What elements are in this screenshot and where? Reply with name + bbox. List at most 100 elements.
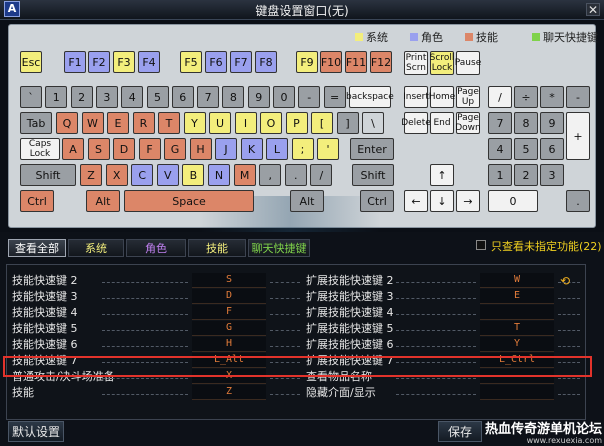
key-a5[interactable]: G <box>164 138 186 160</box>
key-alt-right[interactable]: Alt <box>290 190 324 212</box>
key-a1[interactable]: A <box>62 138 84 160</box>
key-z7[interactable]: M <box>233 164 256 186</box>
numpad-r2-2[interactable]: 9 <box>540 112 564 134</box>
key-tab[interactable]: Tab <box>20 112 52 134</box>
arrow-up-icon[interactable]: ↑ <box>430 164 454 186</box>
key-12[interactable]: = <box>323 86 346 108</box>
key-a11[interactable]: ' <box>317 138 339 160</box>
key-f1[interactable]: F1 <box>64 51 86 73</box>
key-f7[interactable]: F7 <box>230 51 252 73</box>
key-f8[interactable]: F8 <box>255 51 277 73</box>
key-5[interactable]: 5 <box>146 86 169 108</box>
binding-key-field[interactable]: W <box>480 273 554 288</box>
key-3[interactable]: 3 <box>95 86 118 108</box>
key-f10[interactable]: F10 <box>320 51 342 73</box>
numpad-0[interactable]: 0 <box>488 190 538 212</box>
binding-key-field[interactable]: G <box>192 321 266 336</box>
key-ctrl-left[interactable]: Ctrl <box>20 190 54 212</box>
key-shift-left[interactable]: Shift <box>20 164 76 186</box>
key-pause[interactable]: Pause <box>455 51 481 75</box>
key-f9[interactable]: F9 <box>296 51 318 73</box>
reset-default-button[interactable]: 默认设置 <box>8 421 64 442</box>
key-f5[interactable]: F5 <box>180 51 202 73</box>
key-z5[interactable]: B <box>182 164 205 186</box>
key-q8[interactable]: I <box>234 112 257 134</box>
key-q6[interactable]: Y <box>183 112 206 134</box>
numpad-r1-2[interactable]: * <box>540 86 564 108</box>
key-print-scrn[interactable]: Print Scrn <box>404 51 428 75</box>
show-unassigned-checkbox[interactable] <box>476 240 486 250</box>
binding-key-field[interactable]: Y <box>480 337 554 352</box>
binding-key-field[interactable] <box>480 305 554 320</box>
key-1[interactable]: 1 <box>45 86 68 108</box>
refresh-icon[interactable]: ⟲ <box>560 275 574 287</box>
tab-character[interactable]: 角色 <box>126 239 186 257</box>
numpad-r4-0[interactable]: 1 <box>488 164 512 186</box>
arrow-down-icon[interactable]: ↓ <box>430 190 454 212</box>
key-z10[interactable]: / <box>310 164 333 186</box>
key-shift-right[interactable]: Shift <box>352 164 394 186</box>
key-z8[interactable]: , <box>259 164 282 186</box>
key-z1[interactable]: Z <box>80 164 102 186</box>
numpad-dot[interactable]: . <box>566 190 590 212</box>
key-home[interactable]: Home <box>429 86 455 108</box>
key-q11[interactable]: [ <box>311 112 333 134</box>
key-end[interactable]: End <box>430 112 454 134</box>
key-q10[interactable]: P <box>285 112 308 134</box>
key-11[interactable]: - <box>298 86 321 108</box>
key-f2[interactable]: F2 <box>88 51 110 73</box>
binding-key-field[interactable]: F <box>192 305 266 320</box>
key-a10[interactable]: ; <box>291 138 314 160</box>
numpad-r4-2[interactable]: 3 <box>540 164 564 186</box>
arrow-left-icon[interactable]: ← <box>404 190 428 212</box>
key-z6[interactable]: N <box>208 164 230 186</box>
key-f6[interactable]: F6 <box>205 51 227 73</box>
binding-key-field[interactable]: Z <box>192 385 266 400</box>
key-space[interactable]: Space <box>124 190 254 212</box>
key-enter[interactable]: Enter <box>350 138 394 160</box>
tab-all[interactable]: 查看全部 <box>8 239 66 257</box>
numpad-r2-1[interactable]: 8 <box>514 112 538 134</box>
numpad-r3-0[interactable]: 4 <box>488 138 512 160</box>
numpad-r1-3[interactable]: - <box>566 86 590 108</box>
tab-system[interactable]: 系统 <box>68 239 124 257</box>
key-a3[interactable]: D <box>113 138 135 160</box>
key-q1[interactable]: Q <box>56 112 78 134</box>
key-z4[interactable]: V <box>156 164 179 186</box>
binding-key-field[interactable] <box>480 385 554 400</box>
key-q5[interactable]: T <box>158 112 180 134</box>
key-scroll-lock[interactable]: Scroll Lock <box>430 51 454 75</box>
key-page-down[interactable]: Page Down <box>455 112 481 134</box>
key-caps-lock[interactable]: Caps Lock <box>20 138 60 160</box>
key-esc[interactable]: Esc <box>20 51 42 73</box>
key-a6[interactable]: H <box>189 138 212 160</box>
key-f11[interactable]: F11 <box>345 51 367 73</box>
key-q13[interactable]: \ <box>362 112 384 134</box>
numpad-plus[interactable]: + <box>566 112 590 160</box>
key-0[interactable]: ` <box>20 86 42 108</box>
key-4[interactable]: 4 <box>121 86 144 108</box>
key-8[interactable]: 8 <box>222 86 245 108</box>
binding-key-field[interactable]: T <box>480 321 554 336</box>
key-q12[interactable]: ] <box>336 112 359 134</box>
key-a4[interactable]: F <box>138 138 161 160</box>
key-q2[interactable]: W <box>81 112 104 134</box>
key-alt-left[interactable]: Alt <box>86 190 120 212</box>
numpad-r4-1[interactable]: 2 <box>514 164 538 186</box>
binding-key-field[interactable]: E <box>480 289 554 304</box>
key-z2[interactable]: X <box>105 164 128 186</box>
key-6[interactable]: 6 <box>171 86 194 108</box>
key-q7[interactable]: U <box>209 112 231 134</box>
key-a8[interactable]: K <box>240 138 263 160</box>
key-2[interactable]: 2 <box>70 86 93 108</box>
key-q3[interactable]: E <box>107 112 129 134</box>
key-delete[interactable]: Delete <box>401 112 431 134</box>
arrow-right-icon[interactable]: → <box>456 190 480 212</box>
key-z9[interactable]: . <box>284 164 307 186</box>
key-page-up[interactable]: Page Up <box>456 86 480 108</box>
numpad-r3-1[interactable]: 5 <box>514 138 538 160</box>
binding-key-field[interactable]: H <box>192 337 266 352</box>
key-a9[interactable]: L <box>266 138 288 160</box>
key-q4[interactable]: R <box>132 112 155 134</box>
key-backspace[interactable]: backspace <box>346 86 394 108</box>
